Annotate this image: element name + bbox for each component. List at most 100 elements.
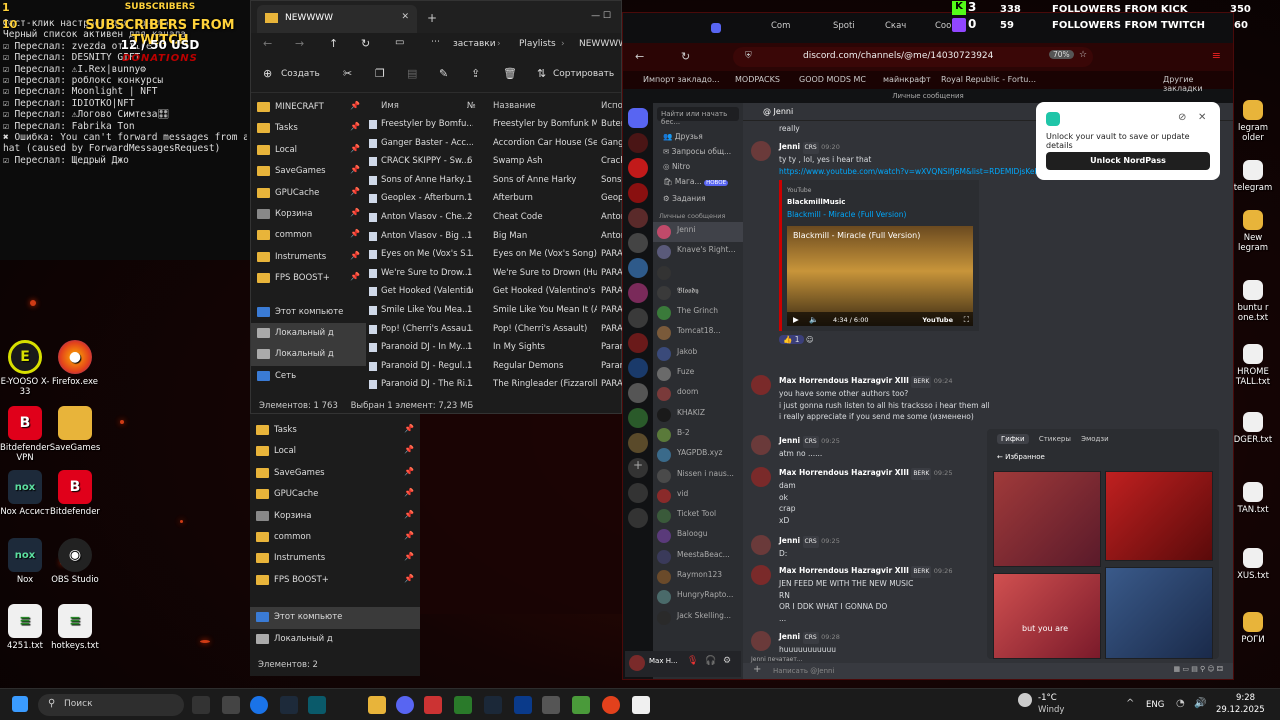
desktop-icon-hotkeys-txt[interactable]: ≡ hotkeys.txt — [46, 604, 104, 651]
steam-icon[interactable] — [484, 696, 502, 714]
sidebar-item-fps-boost[interactable]: FPS BOOST+ 📌 — [250, 570, 420, 591]
dm-item[interactable]: Tomcat18... — [653, 323, 743, 343]
weather-desc[interactable]: Windy — [1038, 705, 1064, 715]
server-icon[interactable] — [628, 208, 648, 228]
dm-item[interactable]: vid — [653, 486, 743, 506]
sidebar-item-local[interactable]: Local 📌 — [250, 441, 420, 462]
minecraft-icon[interactable] — [572, 696, 590, 714]
sidebar-item-gpucache[interactable]: GPUCache 📌 — [250, 484, 420, 505]
column-header-artist[interactable]: Испо — [601, 101, 623, 111]
sidebar-item-instruments[interactable]: Instruments 📌 — [250, 548, 420, 569]
rename-icon[interactable]: ✎ — [439, 67, 448, 80]
dm-item[interactable]: B-2 — [653, 425, 743, 445]
tree-network[interactable]: Сеть — [251, 366, 366, 387]
sort-button[interactable]: Сортировать — [553, 69, 614, 79]
server-icon[interactable] — [628, 358, 648, 378]
gif-thumbnail[interactable] — [1105, 567, 1213, 659]
weather-icon[interactable] — [1018, 693, 1032, 707]
breadcrumb-item[interactable]: Playlists — [519, 39, 556, 49]
notepad-plus-icon[interactable] — [454, 696, 472, 714]
avatar[interactable] — [751, 435, 771, 455]
server-icon[interactable] — [628, 133, 648, 153]
sidebar-item-savegames[interactable]: SaveGames 📌 — [251, 161, 366, 182]
dm-item[interactable]: doom — [653, 384, 743, 404]
up-icon[interactable]: ↑ — [329, 37, 338, 50]
close-icon[interactable]: ✕ — [1198, 112, 1206, 123]
discord-tab-icon[interactable] — [711, 23, 721, 33]
message-input[interactable]: + Написать @Jenni ▦ ▭ ▤ ⚲ ☺ ⚃ — [743, 663, 1233, 679]
avatar[interactable] — [751, 141, 771, 161]
start-windows-icon[interactable] — [12, 696, 28, 712]
browser-tab[interactable]: Com — [771, 21, 790, 31]
nav-nitro[interactable]: ◎ Nitro — [663, 159, 743, 174]
server-icon[interactable] — [628, 308, 648, 328]
file-row[interactable]: Anton Vlasov - Che...2 Cheat Code Anton — [369, 208, 623, 227]
column-header-number[interactable]: № — [467, 101, 483, 111]
tree-local-disk[interactable]: Локальный д — [251, 344, 366, 366]
sidebar-item-tasks[interactable]: Tasks 📌 — [251, 118, 366, 139]
dm-item[interactable] — [653, 263, 743, 283]
author-name[interactable]: Jenni — [779, 632, 800, 641]
dm-item[interactable]: HungryRapto... — [653, 587, 743, 607]
dm-item[interactable]: Baloogu — [653, 526, 743, 546]
author-name[interactable]: Jenni — [779, 142, 800, 151]
bookmark-item[interactable]: MODPACKS — [735, 75, 780, 84]
nav-friends[interactable]: 👥 Друзья — [663, 129, 743, 144]
file-explorer-icon[interactable] — [368, 696, 386, 714]
avatar[interactable] — [751, 375, 771, 395]
language-indicator[interactable]: ENG — [1146, 700, 1164, 710]
file-row[interactable]: CRACK SKIPPY - Sw... 6 Swamp Ash Crack — [369, 152, 623, 171]
dm-item[interactable]: Raymon123 — [653, 567, 743, 587]
wifi-icon[interactable]: ◔ — [1176, 698, 1185, 709]
file-row[interactable]: Paranoid DJ - In My... 1 In My Sights Paran — [369, 338, 623, 357]
file-row[interactable]: Eyes on Me (Vox's S... 1 Eyes on Me (Vox's… — [369, 245, 623, 264]
author-name[interactable]: Jenni — [779, 536, 800, 545]
volume-icon[interactable]: 🔈 — [809, 314, 818, 326]
menu-icon[interactable]: ≡ — [1212, 49, 1221, 62]
notepad-icon[interactable] — [632, 696, 650, 714]
file-row[interactable]: Anton Vlasov - Big ...1 Big Man Anton — [369, 227, 623, 246]
server-icon[interactable] — [628, 333, 648, 353]
firefox-icon[interactable] — [602, 696, 620, 714]
address-bar[interactable]: ⛨ discord.com/channels/@me/14030723924 7… — [733, 47, 1093, 67]
desktop-icon-obs[interactable]: ◉ OBS Studio — [46, 538, 104, 585]
file-row[interactable]: We're Sure to Drow... 1 We're Sure to Drow… — [369, 264, 623, 283]
back-icon[interactable]: ← — [997, 453, 1005, 461]
desktop-icon[interactable]: XUS.txt — [1228, 548, 1278, 581]
nav-quests[interactable]: ⚙ Задания — [663, 191, 743, 206]
chrome-icon[interactable] — [250, 696, 268, 714]
dm-item[interactable]: Ticket Tool — [653, 506, 743, 526]
cut-icon[interactable]: ✂ — [343, 67, 352, 80]
author-name[interactable]: Jenni — [779, 436, 800, 445]
file-row[interactable]: Paranoid DJ - The Ri... 1 The Ringleader (… — [369, 375, 623, 394]
server-icon[interactable] — [628, 183, 648, 203]
author-name[interactable]: Max Horrendous Hazragvir XIII — [779, 376, 909, 385]
embed-title[interactable]: Blackmill - Miracle (Full Version) — [787, 209, 974, 221]
sidebar-item-gpucache[interactable]: GPUCache 📌 — [251, 183, 366, 204]
nav-shop[interactable]: 🛍 Мага... НОВОЕ — [663, 174, 743, 191]
server-icon[interactable] — [628, 383, 648, 403]
sidebar-item-recycle-bin[interactable]: Корзина 📌 — [251, 204, 366, 225]
explore-icon[interactable] — [628, 483, 648, 503]
taskbar-app-icon[interactable] — [542, 696, 560, 714]
avatar[interactable] — [751, 631, 771, 651]
bookmark-item[interactable]: Импорт закладо... — [643, 75, 719, 84]
explorer-tab[interactable]: NEWWWW ✕ — [257, 5, 417, 33]
monitor-icon[interactable]: ▭ — [395, 37, 404, 48]
weather-temp[interactable]: -1°C — [1038, 693, 1057, 703]
close-icon[interactable]: ✕ — [401, 12, 409, 22]
bookmark-item[interactable]: Royal Republic - Fortu... — [941, 75, 1036, 84]
settings-gear-icon[interactable]: ⚙ — [723, 656, 731, 666]
server-icon[interactable] — [628, 283, 648, 303]
sidebar-item-recycle-bin[interactable]: Корзина 📌 — [250, 506, 420, 527]
tab-stickers[interactable]: Стикеры — [1039, 435, 1071, 443]
column-header-name[interactable]: Имя — [381, 101, 473, 111]
bookmark-star-icon[interactable]: ☆ — [1079, 50, 1087, 60]
discord-home-icon[interactable] — [628, 108, 648, 128]
create-button[interactable]: Создать — [281, 69, 320, 79]
author-name[interactable]: Max Horrendous Hazragvir XIII — [779, 566, 909, 575]
avatar[interactable] — [751, 565, 771, 585]
server-icon[interactable] — [628, 233, 648, 253]
tab-gifs[interactable]: Гифки — [997, 434, 1029, 444]
avatar[interactable] — [629, 655, 645, 671]
